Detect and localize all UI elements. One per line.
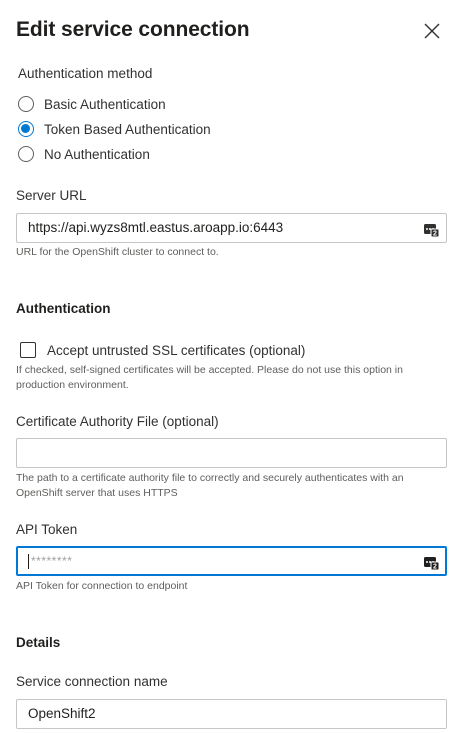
service-connection-name-label: Service connection name xyxy=(16,674,168,689)
api-token-label: API Token xyxy=(16,522,78,537)
service-connection-name-value: OpenShift2 xyxy=(28,706,96,721)
auth-method-label: Authentication method xyxy=(18,66,153,81)
api-token-helper: API Token for connection to endpoint xyxy=(16,580,188,592)
key-vault-icon[interactable]: 2 xyxy=(423,221,439,237)
accept-untrusted-ssl-checkbox[interactable]: Accept untrusted SSL certificates (optio… xyxy=(20,340,305,360)
ca-file-helper: The path to a certificate authority file… xyxy=(16,472,404,499)
radio-button[interactable] xyxy=(18,96,34,112)
ca-file-label: Certificate Authority File (optional) xyxy=(16,414,219,429)
radio-label: No Authentication xyxy=(44,146,150,162)
key-vault-icon[interactable]: 2 xyxy=(423,554,439,570)
svg-text:2: 2 xyxy=(433,564,437,571)
authentication-heading: Authentication xyxy=(16,301,111,316)
server-url-input[interactable]: https://api.wyzs8mtl.eastus.aroapp.io:64… xyxy=(16,213,447,243)
radio-basic-authentication[interactable]: Basic Authentication xyxy=(18,94,166,114)
edit-service-connection-panel: Edit service connection Authentication m… xyxy=(0,0,453,733)
svg-text:2: 2 xyxy=(433,231,437,238)
radio-button[interactable] xyxy=(18,146,34,162)
server-url-value: https://api.wyzs8mtl.eastus.aroapp.io:64… xyxy=(28,220,284,235)
radio-button[interactable] xyxy=(18,121,34,137)
checkbox-label: Accept untrusted SSL certificates (optio… xyxy=(47,342,306,358)
api-token-placeholder: ******** xyxy=(31,554,73,568)
accept-untrusted-helper: If checked, self-signed certificates wil… xyxy=(16,364,403,391)
radio-label: Basic Authentication xyxy=(44,96,166,112)
details-heading: Details xyxy=(16,635,61,650)
panel-header: Edit service connection xyxy=(16,14,443,48)
panel-title: Edit service connection xyxy=(16,18,250,41)
radio-token-based-authentication[interactable]: Token Based Authentication xyxy=(18,119,211,139)
close-icon[interactable] xyxy=(421,20,443,42)
server-url-label: Server URL xyxy=(16,188,87,203)
service-connection-name-input[interactable]: OpenShift2 xyxy=(16,699,447,729)
ca-file-input[interactable] xyxy=(16,438,447,468)
radio-no-authentication[interactable]: No Authentication xyxy=(18,144,150,164)
api-token-input[interactable]: ******** 2 xyxy=(16,546,447,576)
radio-label: Token Based Authentication xyxy=(44,121,211,137)
server-url-helper: URL for the OpenShift cluster to connect… xyxy=(16,246,219,258)
text-caret xyxy=(28,553,29,569)
checkbox-box[interactable] xyxy=(20,342,36,358)
